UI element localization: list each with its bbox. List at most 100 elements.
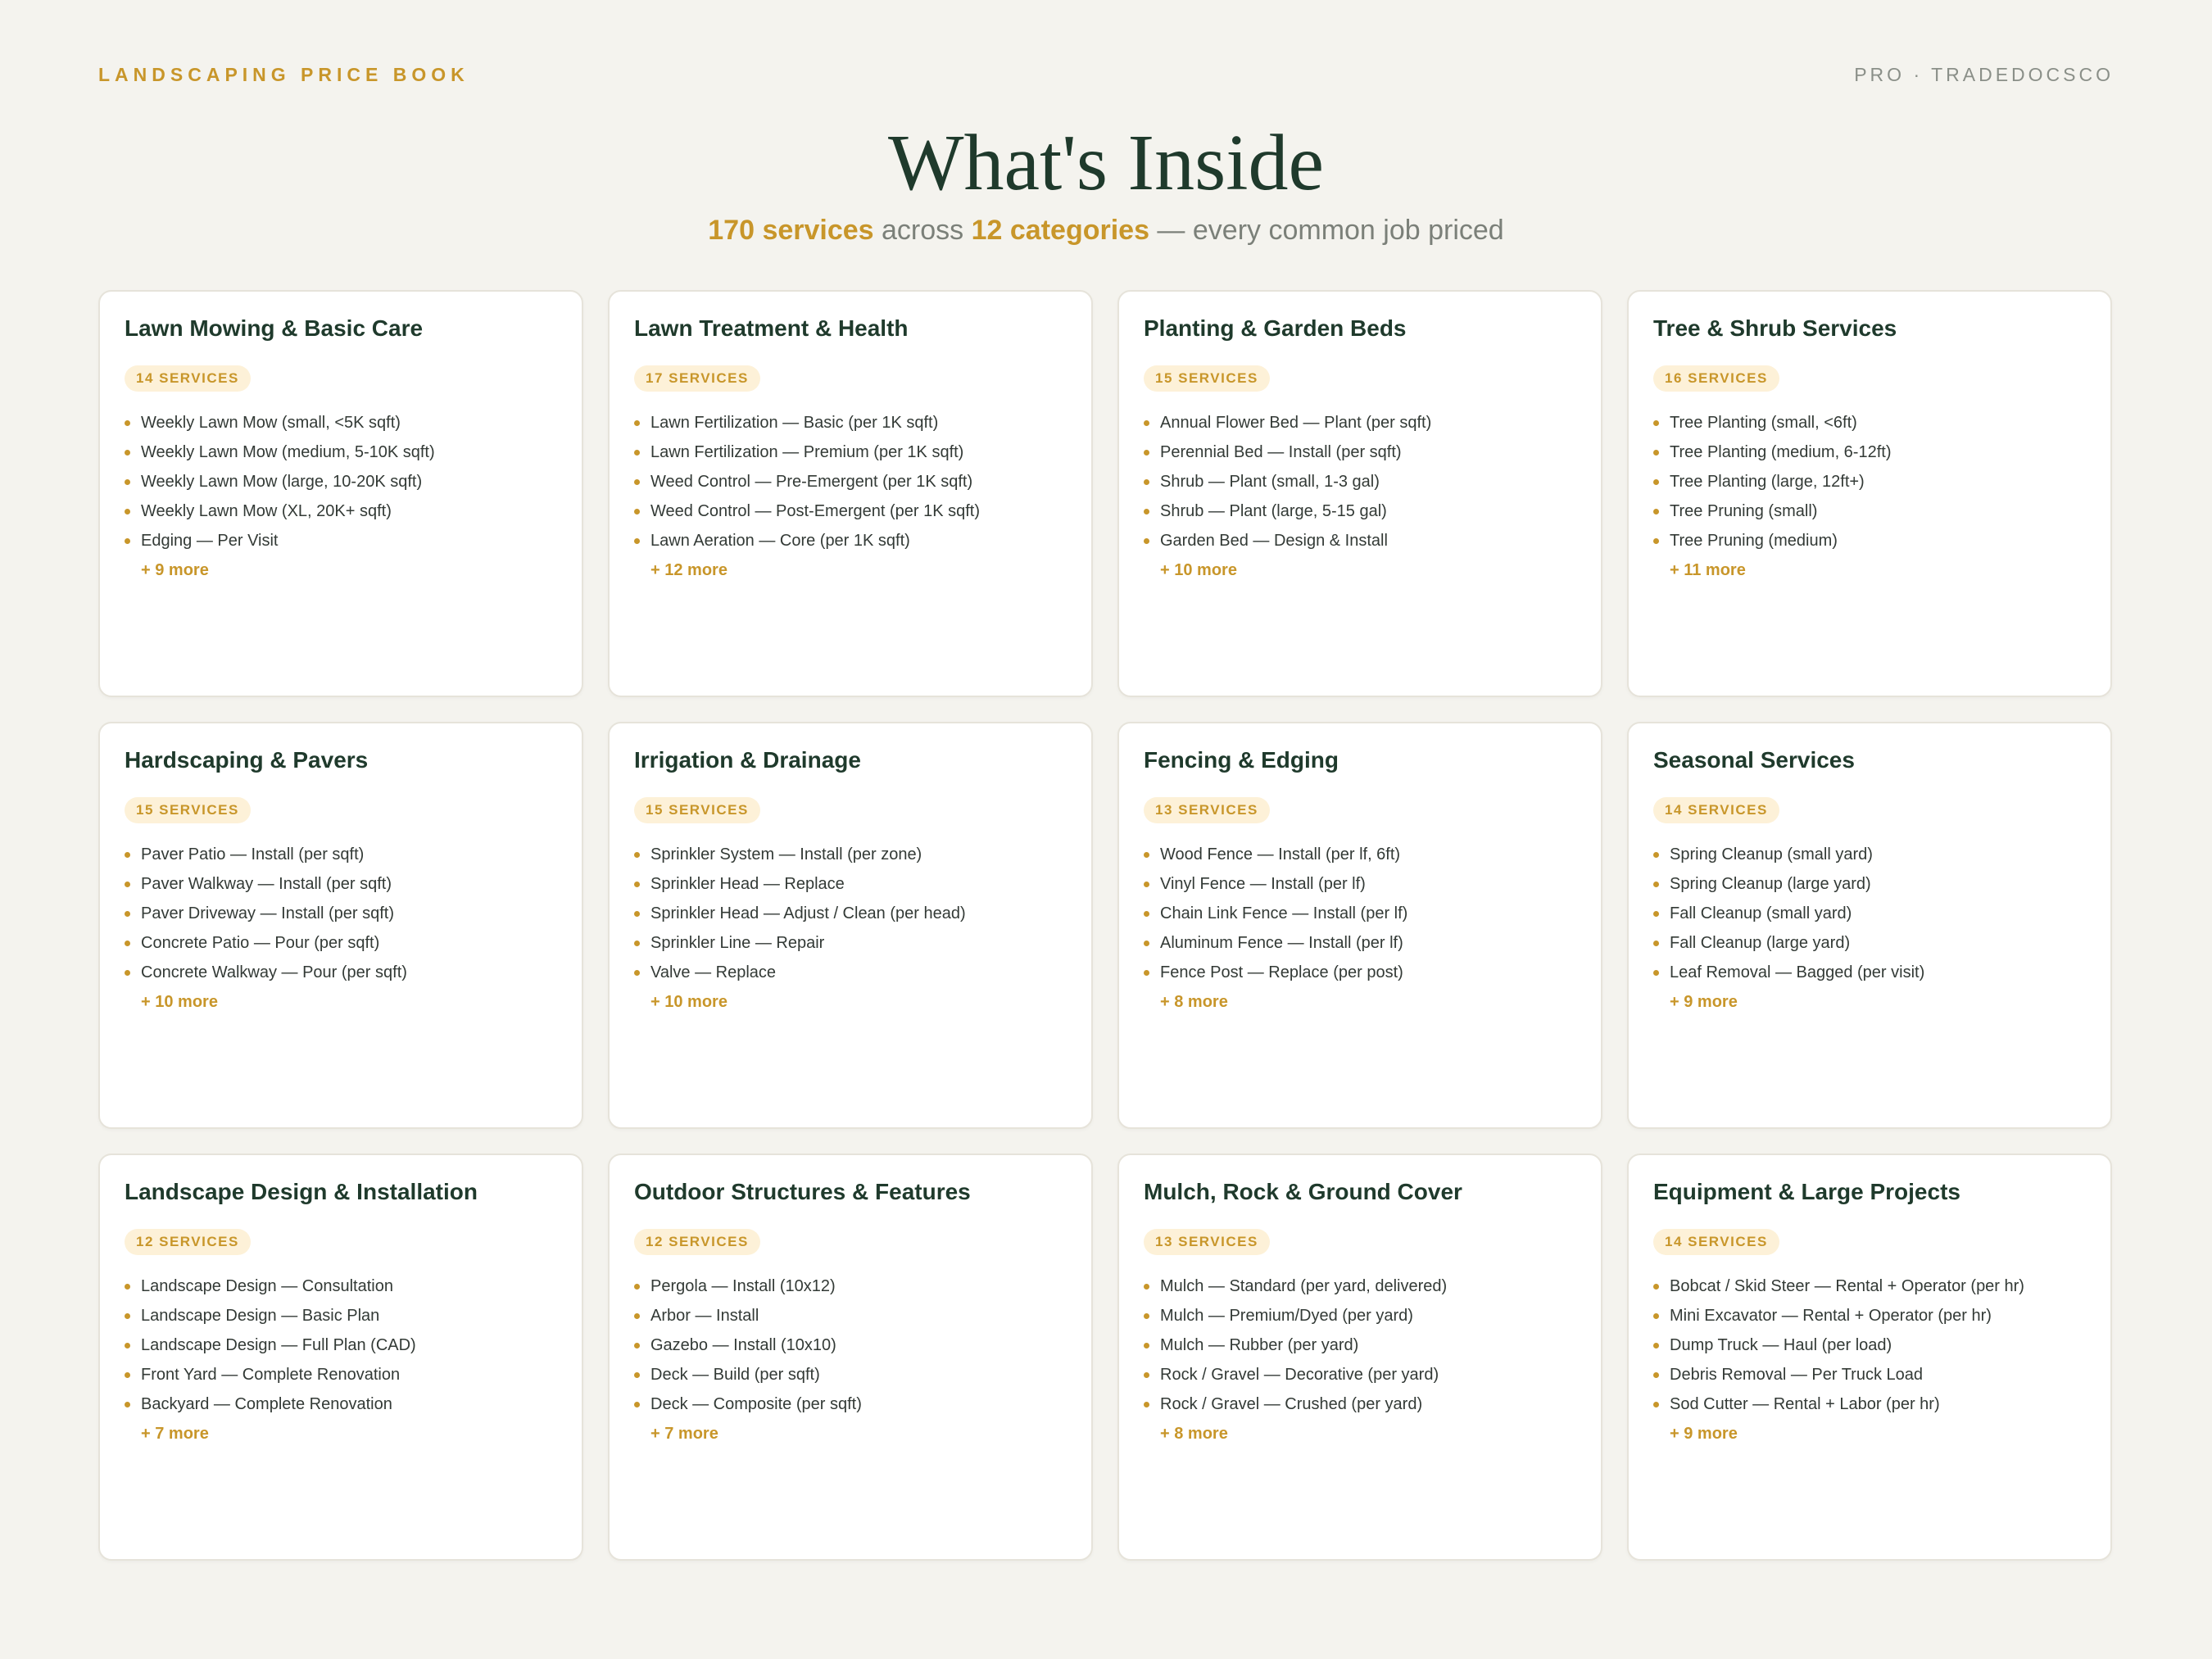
category-card: Landscape Design & Installation 12 SERVIC… — [98, 1154, 583, 1561]
category-card: Tree & Shrub Services 16 SERVICES Tree Pla… — [1627, 290, 2112, 697]
service-item: Deck — Build (per sqft) — [634, 1360, 1067, 1389]
service-item: Deck — Composite (per sqft) — [634, 1389, 1067, 1419]
service-item: Fall Cleanup (large yard) — [1653, 928, 2086, 958]
service-list: Bobcat / Skid Steer — Rental + Operator … — [1653, 1271, 2086, 1419]
service-item: Spring Cleanup (small yard) — [1653, 840, 2086, 869]
service-item: Dump Truck — Haul (per load) — [1653, 1330, 2086, 1360]
service-list: Paver Patio — Install (per sqft) Paver Wa… — [125, 840, 557, 987]
category-grid: Lawn Mowing & Basic Care 14 SERVICES Weekl… — [98, 290, 2114, 1561]
more-services-link: + 8 more — [1160, 992, 1228, 1011]
service-item: Chain Link Fence — Install (per lf) — [1144, 899, 1576, 928]
service-item: Weed Control — Pre-Emergent (per 1K sqft… — [634, 467, 1067, 496]
category-title: Tree & Shrub Services — [1653, 315, 1897, 341]
category-title: Hardscaping & Pavers — [125, 747, 369, 773]
more-services-link: + 10 more — [1160, 560, 1237, 579]
service-item: Debris Removal — Per Truck Load — [1653, 1360, 2086, 1389]
subtitle-tail: — every common job priced — [1149, 215, 1504, 246]
service-item: Shrub — Plant (small, 1-3 gal) — [1144, 467, 1576, 496]
service-item: Weekly Lawn Mow (medium, 5-10K sqft) — [125, 437, 557, 467]
service-item: Paver Walkway — Install (per sqft) — [125, 869, 557, 899]
service-count-badge: 16 SERVICES — [1653, 365, 1779, 392]
service-list: Spring Cleanup (small yard) Spring Cleanu… — [1653, 840, 2086, 987]
page-title: What's Inside — [887, 119, 1324, 207]
service-item: Leaf Removal — Bagged (per visit) — [1653, 958, 2086, 987]
service-item: Garden Bed — Design & Install — [1144, 526, 1576, 555]
service-item: Concrete Patio — Pour (per sqft) — [125, 928, 557, 958]
service-item: Gazebo — Install (10x10) — [634, 1330, 1067, 1360]
category-title: Irrigation & Drainage — [634, 747, 861, 773]
service-item: Concrete Walkway — Pour (per sqft) — [125, 958, 557, 987]
service-item: Sprinkler Head — Replace — [634, 869, 1067, 899]
page-subtitle: 170 services across 12 categories — ever… — [0, 215, 2212, 247]
service-item: Sprinkler Head — Adjust / Clean (per hea… — [634, 899, 1067, 928]
category-title: Equipment & Large Projects — [1653, 1179, 1960, 1204]
service-item: Weekly Lawn Mow (XL, 20K+ sqft) — [125, 496, 557, 526]
more-services-link: + 12 more — [650, 560, 728, 579]
category-title: Lawn Treatment & Health — [634, 315, 909, 341]
service-item: Landscape Design — Consultation — [125, 1271, 557, 1301]
service-item: Pergola — Install (10x12) — [634, 1271, 1067, 1301]
service-count-badge: 14 SERVICES — [1653, 1228, 1779, 1255]
service-count-badge: 15 SERVICES — [1144, 365, 1270, 392]
service-item: Valve — Replace — [634, 958, 1067, 987]
publisher-label: PRO · TRADEDOCSCO — [1854, 64, 2114, 85]
category-card: Outdoor Structures & Features 12 SERVICES… — [608, 1154, 1093, 1561]
service-item: Weekly Lawn Mow (small, <5K sqft) — [125, 408, 557, 437]
service-item: Sprinkler Line — Repair — [634, 928, 1067, 958]
service-list: Landscape Design — Consultation Landscape… — [125, 1271, 557, 1419]
service-list: Annual Flower Bed — Plant (per sqft) Pere… — [1144, 408, 1576, 555]
category-title: Fencing & Edging — [1144, 747, 1339, 773]
service-item: Edging — Per Visit — [125, 526, 557, 555]
service-item: Landscape Design — Full Plan (CAD) — [125, 1330, 557, 1360]
category-title: Mulch, Rock & Ground Cover — [1144, 1179, 1462, 1204]
service-count-badge: 12 SERVICES — [125, 1228, 251, 1255]
service-item: Wood Fence — Install (per lf, 6ft) — [1144, 840, 1576, 869]
service-item: Mulch — Standard (per yard, delivered) — [1144, 1271, 1576, 1301]
service-item: Vinyl Fence — Install (per lf) — [1144, 869, 1576, 899]
service-item: Tree Planting (large, 12ft+) — [1653, 467, 2086, 496]
category-title: Landscape Design & Installation — [125, 1179, 478, 1204]
category-card: Equipment & Large Projects 14 SERVICES Bob… — [1627, 1154, 2112, 1561]
service-item: Tree Planting (small, <6ft) — [1653, 408, 2086, 437]
service-item: Perennial Bed — Install (per sqft) — [1144, 437, 1576, 467]
category-card: Hardscaping & Pavers 15 SERVICES Paver Pat… — [98, 722, 583, 1129]
service-count-badge: 12 SERVICES — [634, 1228, 760, 1255]
more-services-link: + 9 more — [141, 560, 209, 579]
service-list: Weekly Lawn Mow (small, <5K sqft) Weekly … — [125, 408, 557, 555]
service-count-badge: 17 SERVICES — [634, 365, 760, 392]
more-services-link: + 9 more — [1670, 992, 1738, 1011]
category-card: Lawn Treatment & Health 17 SERVICES Lawn F… — [608, 290, 1093, 697]
service-list: Mulch — Standard (per yard, delivered) Mu… — [1144, 1271, 1576, 1419]
brand-label: LANDSCAPING PRICE BOOK — [98, 64, 469, 85]
service-item: Front Yard — Complete Renovation — [125, 1360, 557, 1389]
service-item: Lawn Fertilization — Basic (per 1K sqft) — [634, 408, 1067, 437]
service-item: Backyard — Complete Renovation — [125, 1389, 557, 1419]
service-item: Sprinkler System — Install (per zone) — [634, 840, 1067, 869]
service-count-badge: 15 SERVICES — [125, 796, 251, 823]
service-item: Mulch — Premium/Dyed (per yard) — [1144, 1301, 1576, 1330]
more-services-link: + 10 more — [141, 992, 218, 1011]
service-count-badge: 14 SERVICES — [125, 365, 251, 392]
service-item: Arbor — Install — [634, 1301, 1067, 1330]
service-item: Tree Planting (medium, 6-12ft) — [1653, 437, 2086, 467]
service-item: Paver Patio — Install (per sqft) — [125, 840, 557, 869]
service-item: Mini Excavator — Rental + Operator (per … — [1653, 1301, 2086, 1330]
category-title: Seasonal Services — [1653, 747, 1855, 773]
more-services-link: + 7 more — [141, 1424, 209, 1443]
category-card: Irrigation & Drainage 15 SERVICES Sprinkle… — [608, 722, 1093, 1129]
service-item: Lawn Aeration — Core (per 1K sqft) — [634, 526, 1067, 555]
categories-count: 12 categories — [971, 215, 1149, 246]
services-count: 170 services — [708, 215, 874, 246]
service-list: Wood Fence — Install (per lf, 6ft) Vinyl … — [1144, 840, 1576, 987]
service-item: Tree Pruning (medium) — [1653, 526, 2086, 555]
service-list: Lawn Fertilization — Basic (per 1K sqft)… — [634, 408, 1067, 555]
more-services-link: + 7 more — [650, 1424, 718, 1443]
category-card: Fencing & Edging 13 SERVICES Wood Fence — … — [1117, 722, 1602, 1129]
service-item: Aluminum Fence — Install (per lf) — [1144, 928, 1576, 958]
service-item: Rock / Gravel — Crushed (per yard) — [1144, 1389, 1576, 1419]
subtitle-connector: across — [873, 215, 972, 246]
service-count-badge: 15 SERVICES — [634, 796, 760, 823]
service-item: Tree Pruning (small) — [1653, 496, 2086, 526]
category-card: Planting & Garden Beds 15 SERVICES Annual … — [1117, 290, 1602, 697]
category-title: Lawn Mowing & Basic Care — [125, 315, 424, 341]
